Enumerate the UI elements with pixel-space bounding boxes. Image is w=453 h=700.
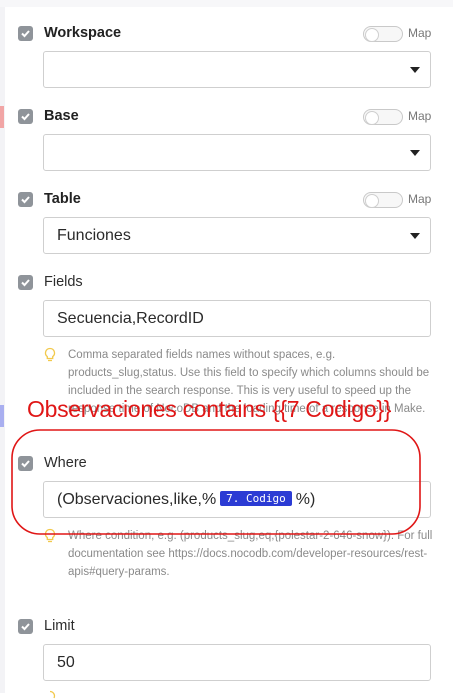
table-value: Funciones bbox=[57, 227, 131, 244]
check-icon bbox=[21, 623, 30, 631]
toggle-knob bbox=[365, 194, 379, 208]
left-edge-strip bbox=[0, 0, 5, 693]
dropdown-arrow-icon bbox=[410, 67, 420, 73]
limit-value: 50 bbox=[57, 654, 75, 671]
check-icon bbox=[21, 113, 30, 121]
edge-mark-pink bbox=[0, 106, 4, 128]
check-icon bbox=[21, 196, 30, 204]
where-checkbox[interactable] bbox=[18, 456, 33, 471]
variable-chip[interactable]: 7. Codigo bbox=[220, 491, 292, 506]
workspace-map-toggle[interactable] bbox=[363, 26, 403, 42]
base-checkbox[interactable] bbox=[18, 109, 33, 124]
table-map-toggle[interactable] bbox=[363, 192, 403, 208]
limit-label: Limit bbox=[44, 618, 75, 634]
workspace-checkbox[interactable] bbox=[18, 26, 33, 41]
fields-value: Secuencia,RecordID bbox=[57, 310, 204, 327]
workspace-select[interactable] bbox=[43, 51, 431, 88]
fields-checkbox[interactable] bbox=[18, 275, 33, 290]
table-label: Table bbox=[44, 191, 81, 207]
table-map-label: Map bbox=[408, 192, 432, 206]
fields-label: Fields bbox=[44, 274, 83, 290]
table-header: Table Map bbox=[18, 189, 436, 211]
limit-header: Limit bbox=[18, 616, 436, 638]
fields-input[interactable]: Secuencia,RecordID bbox=[43, 300, 431, 337]
base-map-label: Map bbox=[408, 109, 432, 123]
where-value-prefix: (Observaciones,like,% bbox=[57, 491, 217, 508]
workspace-map-label: Map bbox=[408, 26, 432, 40]
table-checkbox[interactable] bbox=[18, 192, 33, 207]
top-fade bbox=[0, 0, 453, 7]
check-icon bbox=[21, 30, 30, 38]
workspace-header: Workspace Map bbox=[18, 23, 436, 45]
where-hint-text: Where condition, e.g. (products_slug,eq,… bbox=[68, 530, 433, 578]
dropdown-arrow-icon bbox=[410, 150, 420, 156]
base-label: Base bbox=[44, 108, 79, 124]
where-input[interactable]: (Observaciones,like,% 7. Codigo%) bbox=[43, 481, 431, 518]
where-label: Where bbox=[44, 455, 87, 471]
where-value: (Observaciones,like,% 7. Codigo%) bbox=[57, 491, 315, 509]
base-header: Base Map bbox=[18, 106, 436, 128]
workspace-label: Workspace bbox=[44, 25, 122, 41]
base-map-toggle[interactable] bbox=[363, 109, 403, 125]
where-value-suffix: %) bbox=[295, 491, 316, 508]
annotation-text: Observaciones contains {{7 Codigo}} bbox=[27, 396, 392, 422]
toggle-knob bbox=[365, 111, 379, 125]
base-select[interactable] bbox=[43, 134, 431, 171]
dropdown-arrow-icon bbox=[410, 233, 420, 239]
lightbulb-icon bbox=[44, 347, 56, 362]
lightbulb-icon bbox=[44, 528, 56, 543]
toggle-knob bbox=[365, 28, 379, 42]
table-select[interactable]: Funciones bbox=[43, 217, 431, 254]
edge-mark-blue bbox=[0, 405, 4, 427]
fields-header: Fields bbox=[18, 272, 436, 294]
check-icon bbox=[21, 279, 30, 287]
limit-checkbox[interactable] bbox=[18, 619, 33, 634]
limit-input[interactable]: 50 bbox=[43, 644, 431, 681]
lightbulb-icon bbox=[49, 690, 56, 699]
where-header: Where bbox=[18, 453, 436, 475]
check-icon bbox=[21, 460, 30, 468]
